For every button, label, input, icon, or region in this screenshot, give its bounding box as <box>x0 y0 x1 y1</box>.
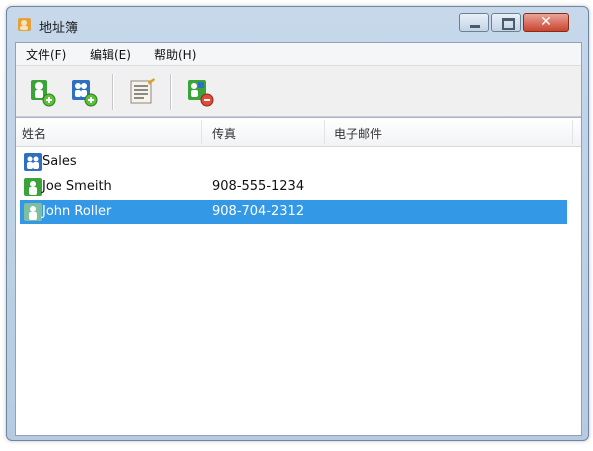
new-contact-button[interactable] <box>26 76 58 108</box>
delete-button[interactable] <box>184 76 216 108</box>
properties-button[interactable] <box>126 76 158 108</box>
window-client-area: 文件(F) 编辑(E) 帮助(H) 姓名 传真 电子邮件 Sales Joe S… <box>15 42 582 436</box>
menu-bar: 文件(F) 编辑(E) 帮助(H) <box>16 43 581 66</box>
address-book-icon <box>18 18 31 31</box>
contact-name: John Roller <box>42 204 112 219</box>
column-header-fax[interactable]: 传真 <box>212 125 236 142</box>
maximize-button[interactable] <box>491 13 521 32</box>
column-header-email[interactable]: 电子邮件 <box>334 125 382 142</box>
list-header: 姓名 传真 电子邮件 <box>16 118 581 147</box>
contact-name: Sales <box>42 154 77 169</box>
contact-icon <box>24 178 42 196</box>
properties-icon <box>130 78 155 104</box>
contact-list[interactable]: 姓名 传真 电子邮件 Sales Joe Smeith 908-555-1234… <box>16 117 581 435</box>
menu-edit[interactable]: 编辑(E) <box>90 46 131 63</box>
delete-icon <box>188 80 214 107</box>
toolbar <box>16 66 581 117</box>
minimize-icon <box>470 25 480 28</box>
list-item[interactable]: Joe Smeith 908-555-1234 <box>20 175 567 199</box>
group-icon <box>24 153 42 171</box>
window-title: 地址簿 <box>39 21 79 36</box>
toolbar-separator <box>170 74 172 110</box>
contact-icon <box>24 203 42 221</box>
list-item[interactable]: Sales <box>20 150 567 174</box>
address-book-window: 地址簿 ✕ 文件(F) 编辑(E) 帮助(H) 姓名 传真 电子邮件 Sales… <box>6 6 589 441</box>
contact-name: Joe Smeith <box>42 179 112 194</box>
close-icon: ✕ <box>540 14 552 30</box>
new-contact-icon <box>31 80 56 107</box>
contact-fax: 908-704-2312 <box>212 204 305 219</box>
contact-fax: 908-555-1234 <box>212 179 305 194</box>
toolbar-separator <box>112 74 114 110</box>
menu-help[interactable]: 帮助(H) <box>154 46 196 63</box>
maximize-icon <box>502 18 515 30</box>
close-button[interactable]: ✕ <box>523 13 569 32</box>
menu-file[interactable]: 文件(F) <box>26 46 66 63</box>
new-group-button[interactable] <box>68 76 100 108</box>
list-item-selected[interactable]: John Roller 908-704-2312 <box>20 200 567 224</box>
column-header-name[interactable]: 姓名 <box>22 125 46 142</box>
column-divider[interactable] <box>201 120 202 144</box>
column-divider[interactable] <box>572 120 573 144</box>
minimize-button[interactable] <box>459 13 489 32</box>
column-divider[interactable] <box>324 120 325 144</box>
new-group-icon <box>72 80 98 107</box>
title-bar[interactable]: 地址簿 ✕ <box>7 7 588 41</box>
